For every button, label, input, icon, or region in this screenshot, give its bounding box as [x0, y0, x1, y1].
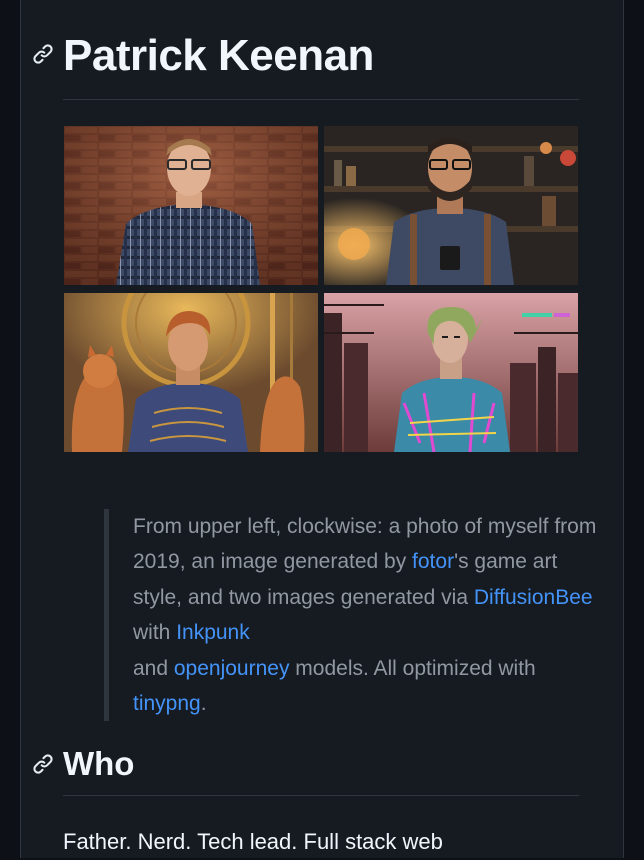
caption-text-4: and	[133, 656, 174, 680]
diffusionbee-link[interactable]: DiffusionBee	[474, 586, 593, 609]
who-paragraph: Father. Nerd. Tech lead. Full stack web	[63, 829, 443, 854]
page-title: Patrick Keenan	[63, 31, 374, 80]
heading-anchor-link-icon[interactable]	[31, 42, 55, 66]
openjourney-link[interactable]: openjourney	[174, 657, 290, 680]
who-anchor-link-icon[interactable]	[31, 752, 55, 776]
openjourney-image	[64, 293, 318, 452]
gallery-image-photo[interactable]	[64, 126, 318, 285]
fotor-game-art-image	[324, 126, 578, 285]
caption-text-5: models. All optimized with	[289, 656, 536, 680]
inkpunk-link[interactable]: Inkpunk	[176, 621, 250, 644]
who-heading: Who	[63, 745, 135, 782]
inkpunk-image	[324, 293, 578, 452]
gallery-image-fotor[interactable]	[324, 126, 578, 285]
title-divider	[63, 99, 579, 100]
caption-text-3: with	[133, 621, 177, 645]
gallery-image-inkpunk[interactable]	[324, 293, 578, 452]
image-caption-quote: From upper left, clockwise: a photo of m…	[104, 509, 603, 722]
portrait-gallery	[64, 126, 578, 452]
fotor-link[interactable]: fotor	[412, 550, 454, 573]
gallery-image-openjourney[interactable]	[64, 293, 318, 452]
tinypng-link[interactable]: tinypng	[133, 692, 201, 715]
photo-2019-image	[64, 126, 318, 285]
caption-text: From upper left, clockwise: a photo of m…	[133, 509, 603, 721]
caption-text-6: .	[200, 692, 207, 716]
link-icon	[33, 754, 53, 774]
link-icon	[33, 44, 53, 64]
who-divider	[63, 795, 579, 796]
